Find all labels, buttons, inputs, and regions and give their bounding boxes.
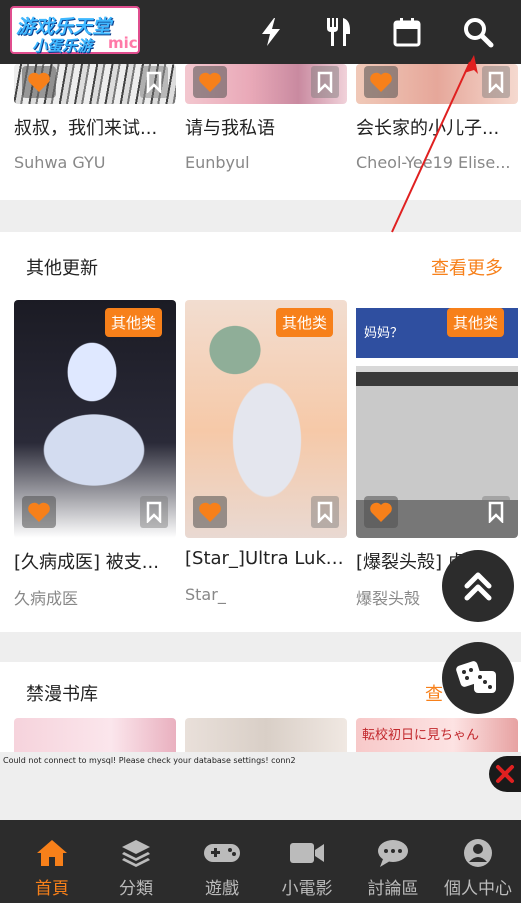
calendar-icon[interactable] <box>389 14 425 50</box>
logo-suffix: mic <box>108 34 138 52</box>
comic-thumbnail[interactable]: 其他类 <box>14 300 176 538</box>
comic-thumbnail[interactable] <box>14 64 176 104</box>
comic-thumbnail[interactable] <box>356 64 518 104</box>
content-area[interactable]: 叔叔，我们来试... Suhwa GYU 请与我私语 Eunbyul 会长家的小… <box>0 64 521 820</box>
ad-banner: Could not connect to mysql! Please check… <box>0 752 521 820</box>
top-bar: 游戏乐天堂 小蛋乐游 mic <box>0 0 521 64</box>
user-icon <box>464 839 492 867</box>
comic-card[interactable]: 会长家的小儿子... Cheol-Yee19 Elise... <box>356 64 518 200</box>
category-badge: 其他类 <box>104 308 162 337</box>
thumbnail-caption: 転校初日に見ちゃん <box>362 728 480 743</box>
bookmark-button[interactable] <box>311 66 339 98</box>
favorite-button[interactable] <box>22 66 56 98</box>
nav-item-games[interactable]: 遊戲 <box>179 820 265 903</box>
comic-card[interactable]: 其他类 [久病成医] 被支... 久病成医 <box>14 300 176 620</box>
nav-label: 首頁 <box>35 879 69 899</box>
comic-author[interactable]: Eunbyul <box>185 153 347 172</box>
close-ad-button[interactable] <box>489 756 521 792</box>
favorite-button[interactable] <box>22 496 56 528</box>
comic-thumbnail[interactable]: 其他类 <box>185 300 347 538</box>
bottom-navigation: 首頁 分類 遊戲 小電影 討論區 個人中心 <box>0 820 521 903</box>
nav-label: 個人中心 <box>444 879 512 899</box>
favorite-button[interactable] <box>364 496 398 528</box>
view-more-link[interactable]: 查 <box>425 680 443 706</box>
bookmark-button[interactable] <box>482 496 510 528</box>
nav-item-videos[interactable]: 小電影 <box>264 820 350 903</box>
comic-thumbnail[interactable] <box>185 64 347 104</box>
nav-label: 分類 <box>119 879 153 899</box>
nav-item-home[interactable]: 首頁 <box>9 820 95 903</box>
nav-label: 小電影 <box>281 879 333 899</box>
bolt-icon[interactable] <box>253 14 289 50</box>
bookmark-button[interactable] <box>311 496 339 528</box>
comic-author[interactable]: Cheol-Yee19 Elise... <box>356 153 518 172</box>
category-badge: 其他类 <box>446 308 504 337</box>
comic-thumbnail[interactable]: 妈妈？ 其他类 <box>356 300 518 538</box>
layers-icon <box>122 840 150 867</box>
section-title: 其他更新 <box>26 258 98 279</box>
chat-icon <box>378 840 408 867</box>
favorite-button[interactable] <box>364 66 398 98</box>
nav-label: 討論區 <box>367 879 419 899</box>
site-logo[interactable]: 游戏乐天堂 小蛋乐游 mic <box>10 6 162 58</box>
nav-item-forum[interactable]: 討論區 <box>350 820 436 903</box>
comic-card[interactable]: 其他类 [Star_]Ultra Luka... Star_ <box>185 300 347 620</box>
comic-title[interactable]: [久病成医] 被支... <box>14 548 176 574</box>
thumbnail-caption: 妈妈？ <box>364 326 404 341</box>
recommend-panel: 叔叔，我们来试... Suhwa GYU 请与我私语 Eunbyul 会长家的小… <box>0 64 521 200</box>
other-updates-section: 其他更新 查看更多 其他类 [久病成医] 被支... 久病成医 其他类 [Sta… <box>0 232 521 632</box>
utensils-icon[interactable] <box>320 14 356 50</box>
comic-title[interactable]: 请与我私语 <box>185 114 347 140</box>
bookmark-button[interactable] <box>140 66 168 98</box>
search-icon[interactable] <box>460 14 496 50</box>
scroll-top-button[interactable] <box>442 550 514 622</box>
comic-author[interactable]: Suhwa GYU <box>14 153 176 172</box>
db-error-message: Could not connect to mysql! Please check… <box>3 756 296 765</box>
view-more-link[interactable]: 查看更多 <box>431 254 503 280</box>
gamepad-icon <box>204 844 240 862</box>
bookmark-button[interactable] <box>482 66 510 98</box>
favorite-button[interactable] <box>193 66 227 98</box>
comic-author[interactable]: Star_ <box>185 585 347 604</box>
comic-title[interactable]: [Star_]Ultra Luka... <box>185 548 347 569</box>
comic-card[interactable]: 叔叔，我们来试... Suhwa GYU <box>14 64 176 200</box>
random-button[interactable] <box>442 642 514 714</box>
dice-icon <box>456 661 496 693</box>
logo-line-2: 小蛋乐游 <box>32 37 93 55</box>
nav-label: 遊戲 <box>205 879 239 899</box>
favorite-button[interactable] <box>193 496 227 528</box>
close-icon <box>496 765 514 783</box>
nav-item-profile[interactable]: 個人中心 <box>435 820 521 903</box>
double-chevron-up-icon <box>464 572 492 601</box>
video-icon <box>290 843 324 863</box>
home-icon <box>37 840 67 866</box>
nav-item-categories[interactable]: 分類 <box>93 820 179 903</box>
comic-author[interactable]: 久病成医 <box>14 585 176 609</box>
comic-card[interactable]: 请与我私语 Eunbyul <box>185 64 347 200</box>
category-badge: 其他类 <box>275 308 333 337</box>
comic-title[interactable]: 会长家的小儿子... <box>356 114 518 140</box>
section-title: 禁漫书库 <box>26 684 98 705</box>
bookmark-button[interactable] <box>140 496 168 528</box>
comic-title[interactable]: 叔叔，我们来试... <box>14 114 176 140</box>
